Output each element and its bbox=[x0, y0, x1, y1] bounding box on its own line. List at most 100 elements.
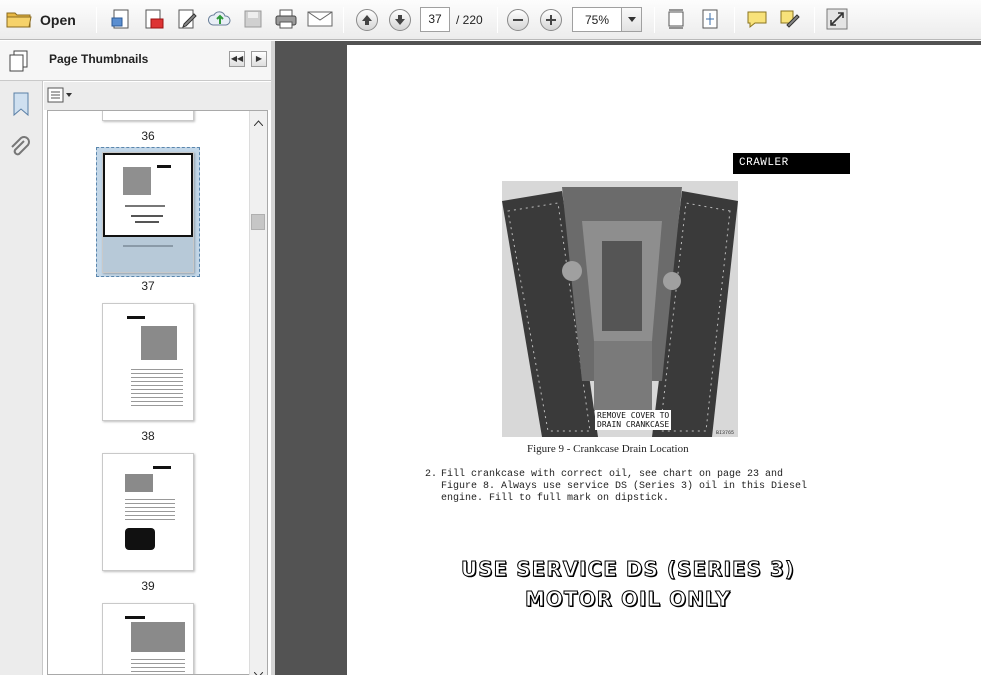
thumbnail-label: 38 bbox=[141, 429, 155, 443]
zoom-out-button[interactable] bbox=[505, 7, 531, 33]
callout-line-2: DRAIN CRANKCASE bbox=[597, 420, 670, 429]
scrollbar-thumb[interactable] bbox=[251, 214, 265, 230]
comment-icon bbox=[746, 9, 768, 32]
page-thumbnail[interactable] bbox=[102, 603, 194, 674]
fullscreen-icon bbox=[826, 8, 848, 33]
print-button[interactable] bbox=[273, 7, 299, 33]
open-label: Open bbox=[40, 12, 76, 28]
thumbnail-options-row bbox=[44, 82, 271, 110]
email-button[interactable] bbox=[306, 7, 334, 33]
thumbnail-text-block bbox=[125, 496, 175, 520]
thumbnail-label: 36 bbox=[141, 129, 155, 143]
folder-icon bbox=[6, 9, 32, 32]
save-button[interactable] bbox=[240, 7, 266, 33]
page-thumbnail[interactable] bbox=[102, 111, 194, 121]
page-thumbnail[interactable] bbox=[102, 303, 194, 421]
zoom-select[interactable]: 75% bbox=[572, 7, 642, 32]
open-button[interactable]: Open bbox=[6, 7, 82, 33]
thumbnail-list: 36 37 38 39 bbox=[47, 110, 268, 675]
chevron-down-icon[interactable] bbox=[621, 8, 641, 31]
viewport-box bbox=[103, 153, 193, 237]
thumbnail-tag bbox=[153, 466, 171, 469]
page-down-icon bbox=[389, 9, 411, 31]
attachment-icon[interactable] bbox=[8, 135, 32, 162]
fit-page-button[interactable] bbox=[697, 7, 723, 33]
sign-button[interactable] bbox=[777, 7, 803, 33]
warning-line-1: USE SERVICE DS (SERIES 3) bbox=[460, 557, 796, 582]
sign-icon bbox=[779, 9, 801, 32]
thumbnail-tag bbox=[125, 616, 145, 619]
warning-line-2: MOTOR OIL ONLY bbox=[525, 587, 731, 612]
thumbnail-text-block bbox=[131, 366, 183, 406]
oil-warning: USE SERVICE DS (SERIES 3) MOTOR OIL ONLY bbox=[440, 554, 816, 614]
create-pdf-button[interactable] bbox=[108, 7, 134, 33]
page-thumbnail[interactable] bbox=[102, 453, 194, 571]
toolbar-separator bbox=[497, 7, 498, 33]
photo-id: BI3765 bbox=[716, 430, 735, 436]
thumbnail-image bbox=[125, 474, 153, 492]
zoom-value: 75% bbox=[585, 13, 610, 27]
page-number-input[interactable]: 37 bbox=[420, 7, 450, 32]
thumbnail-text-line bbox=[131, 215, 163, 217]
print-icon bbox=[274, 8, 298, 33]
upload-button[interactable] bbox=[207, 7, 233, 33]
thumbnail-label: 37 bbox=[141, 279, 155, 293]
page-thumbnail-selected[interactable] bbox=[102, 152, 194, 273]
navigation-icon-strip bbox=[0, 41, 43, 675]
page-total: / 220 bbox=[456, 13, 483, 27]
comment-button[interactable] bbox=[744, 7, 770, 33]
crawler-underside-photo bbox=[502, 181, 738, 437]
fit-width-button[interactable] bbox=[663, 7, 689, 33]
instruction-step: 2. Fill crankcase with correct oil, see … bbox=[425, 469, 825, 505]
pages-icon[interactable] bbox=[8, 49, 30, 76]
expand-icon[interactable]: ▶ bbox=[251, 51, 267, 67]
page-up-icon bbox=[356, 9, 378, 31]
toolbar: Open 37 / 220 75% bbox=[0, 0, 981, 40]
options-icon[interactable] bbox=[47, 87, 73, 106]
toolbar-separator bbox=[654, 7, 655, 33]
panel-title: Page Thumbnails bbox=[49, 52, 149, 66]
toolbar-separator bbox=[814, 7, 815, 33]
thumbnail-text-block bbox=[131, 656, 185, 672]
bookmark-icon[interactable] bbox=[10, 91, 32, 120]
thumbnail-scrollbar[interactable] bbox=[249, 111, 267, 675]
upload-icon bbox=[207, 8, 232, 33]
create-pdf-icon bbox=[110, 8, 132, 33]
figure-caption: Figure 9 - Crankcase Drain Location bbox=[527, 443, 689, 455]
chevron-up-icon[interactable] bbox=[253, 115, 264, 129]
thumbnail-image bbox=[123, 167, 151, 195]
convert-button[interactable] bbox=[141, 7, 167, 33]
thumbnail-text-line bbox=[135, 221, 159, 223]
thumbnail-image bbox=[131, 622, 185, 652]
collapse-icon[interactable]: ◀◀ bbox=[229, 51, 245, 67]
convert-icon bbox=[143, 8, 165, 33]
thumbnail-image bbox=[141, 326, 177, 360]
thumbnail-label: 39 bbox=[141, 579, 155, 593]
edit-button[interactable] bbox=[174, 7, 200, 33]
page-up-button[interactable] bbox=[354, 7, 380, 33]
email-icon bbox=[307, 10, 333, 31]
toolbar-separator bbox=[96, 7, 97, 33]
page-down-button[interactable] bbox=[387, 7, 413, 33]
toolbar-separator bbox=[343, 7, 344, 33]
thumbnail-logo bbox=[125, 528, 155, 550]
thumbnail-tag bbox=[157, 165, 171, 168]
chevron-down-icon[interactable] bbox=[253, 667, 264, 675]
thumbnail-text-line bbox=[125, 205, 165, 207]
edit-icon bbox=[176, 8, 198, 33]
callout-line-1: REMOVE COVER TO bbox=[597, 411, 670, 420]
thumbnail-text-line bbox=[123, 245, 173, 247]
step-number: 2. bbox=[425, 469, 438, 480]
thumbnail-tag bbox=[127, 316, 145, 319]
panel-header: Page Thumbnails ◀◀ ▶ bbox=[0, 41, 271, 81]
zoom-in-icon bbox=[540, 9, 562, 31]
save-icon bbox=[243, 9, 263, 32]
toolbar-separator bbox=[734, 7, 735, 33]
fit-page-icon bbox=[700, 8, 720, 33]
fullscreen-button[interactable] bbox=[824, 7, 850, 33]
section-header-tag: CRAWLER bbox=[733, 153, 850, 174]
photo-callout: REMOVE COVER TO DRAIN CRANKCASE bbox=[595, 410, 672, 430]
zoom-in-button[interactable] bbox=[538, 7, 564, 33]
zoom-out-icon bbox=[507, 9, 529, 31]
step-text: Fill crankcase with correct oil, see cha… bbox=[441, 469, 808, 504]
